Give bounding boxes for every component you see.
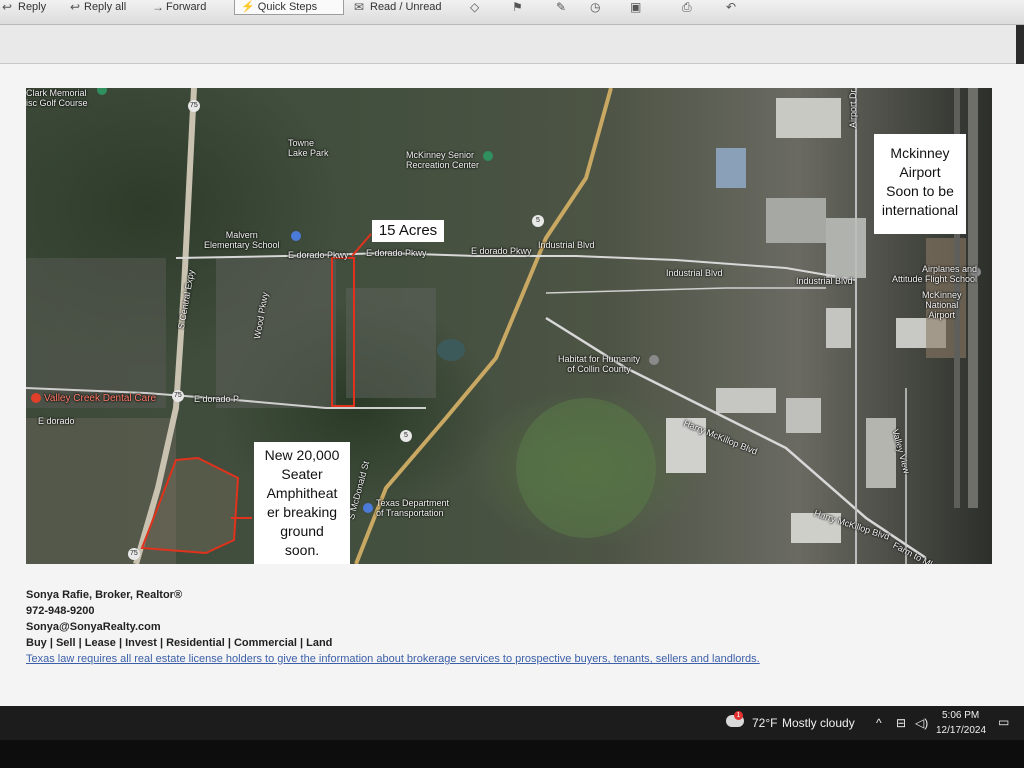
residential-area: [346, 288, 436, 398]
txdot-label: Texas Department of Transportation: [376, 498, 450, 518]
outlook-ribbon: ↩ Reply ↩ Reply all → Forward ⚡ Quick St…: [0, 0, 1024, 25]
agent-name: Sonya Rafie, Broker, Realtor®: [26, 589, 183, 601]
school-pin-icon: [291, 231, 301, 241]
reply-icon: ↩: [2, 0, 13, 14]
building: [716, 148, 746, 188]
clock-date[interactable]: 12/17/2024: [936, 724, 986, 738]
monitor-bezel: [0, 740, 1024, 768]
golf-pin-icon: [97, 88, 107, 95]
building: [826, 218, 866, 278]
email-body: Clark Memorial isc Golf Course Towne Lake …: [0, 64, 1024, 706]
clock-time[interactable]: 5:06 PM: [942, 709, 979, 723]
quick-steps-label: Quick Steps: [257, 1, 318, 13]
industrial-blvd-label: Industrial Blvd: [666, 268, 723, 278]
building: [786, 398, 821, 433]
mckinney-national-airport-label: McKinney National Airport: [922, 290, 962, 320]
services-list: Buy | Sell | Lease | Invest | Residentia…: [26, 637, 333, 649]
valley-creek-dental-label: Valley Creek Dental Care: [44, 393, 157, 404]
hwy-75-label: 75: [174, 392, 182, 399]
building: [716, 388, 776, 413]
mckinney-airport-callout: Mckinney Airport Soon to be internationa…: [874, 134, 966, 234]
chevron-up-icon[interactable]: ^: [876, 716, 882, 730]
habitat-pin-icon: [649, 355, 659, 365]
industrial-blvd-label: Industrial Blvd: [796, 276, 853, 286]
agent-email-link[interactable]: Sonya@SonyaRealty.com: [26, 619, 760, 635]
map-graphics: [26, 88, 981, 564]
network-icon[interactable]: ⊟: [896, 716, 906, 730]
clock-icon[interactable]: ◷: [590, 0, 600, 14]
hwy-5-label: 5: [536, 217, 540, 224]
towne-lake-park-label: Towne Lake Park: [288, 138, 329, 158]
tag-icon[interactable]: ◇: [470, 0, 479, 14]
malvern-school-label: Malvern Elementary School: [204, 230, 280, 250]
reply-all-button[interactable]: Reply all: [78, 0, 132, 14]
pond: [437, 339, 465, 361]
dental-pin-icon: [31, 393, 41, 403]
print-icon[interactable]: ⎙: [682, 0, 692, 14]
airport-runway: [968, 88, 978, 508]
txdot-pin-icon: [363, 503, 373, 513]
move-icon[interactable]: ▣: [630, 0, 641, 14]
satellite-map-image: Clark Memorial isc Golf Course Towne Lake …: [26, 88, 992, 564]
eldorado-pkwy-label: E dorado Pkwy: [366, 248, 427, 258]
reply-button[interactable]: Reply: [12, 0, 52, 14]
windows-taskbar: 1 72°F Mostly cloudy ^ ⊟ ◁) 5:06 PM 12/1…: [0, 706, 1024, 740]
read-unread-button[interactable]: Read / Unread: [364, 0, 448, 14]
undo-icon[interactable]: ↶: [726, 0, 736, 14]
weather-alert-badge: 1: [734, 711, 743, 720]
hwy-5-label: 5: [404, 432, 408, 439]
eldorado-pkwy-label: E dorado Pkwy: [471, 246, 532, 256]
quick-steps-icon: ⚡: [241, 1, 255, 13]
building: [766, 198, 826, 243]
speaker-icon[interactable]: ◁): [915, 716, 928, 730]
eldorado-pkwy-label: E dorado Pkwy: [288, 250, 349, 260]
senior-center-label: McKinney Senior Recreation Center: [406, 150, 480, 170]
flag-icon[interactable]: ⚑: [512, 0, 523, 14]
building: [826, 308, 851, 348]
industrial-blvd-label: Industrial Blvd: [538, 240, 595, 250]
eldorado-label: E dorado P: [194, 394, 240, 404]
flight-school-label: Airplanes and Attitude Flight School: [892, 264, 978, 284]
airport-dr-label: Airport Dr: [848, 89, 858, 128]
weather-description[interactable]: Mostly cloudy: [782, 716, 855, 730]
15-acres-callout: 15 Acres: [372, 220, 444, 242]
habitat-for-humanity-label: Habitat for Humanity of Collin County: [558, 354, 641, 374]
pin-icon[interactable]: ✎: [556, 0, 566, 14]
residential-area: [26, 258, 166, 408]
open-field: [516, 398, 656, 538]
email-signature: Sonya Rafie, Broker, Realtor® 972-948-92…: [26, 587, 760, 667]
residential-area: [216, 258, 336, 408]
quick-steps-button[interactable]: ⚡ Quick Steps: [234, 0, 344, 15]
amphitheater-callout: New 20,000 Seater Amphitheat er breaking…: [254, 442, 350, 564]
building: [866, 418, 896, 488]
message-header-bar: [0, 25, 1016, 64]
golf-course-label: Clark Memorial isc Golf Course: [26, 88, 88, 108]
hwy-75-label: 75: [190, 102, 198, 109]
industrial-blvd: [545, 287, 826, 294]
building: [776, 98, 841, 138]
brokerage-services-link[interactable]: Texas law requires all real estate licen…: [26, 651, 760, 667]
weather-temperature[interactable]: 72°F: [752, 716, 777, 730]
hwy-75-label: 75: [130, 550, 138, 557]
notifications-icon[interactable]: ▭: [998, 715, 1009, 729]
eldorado-label: E dorado: [38, 416, 75, 426]
forward-button[interactable]: Forward: [160, 0, 212, 14]
senior-center-pin-icon: [483, 151, 493, 161]
agent-phone[interactable]: 972-948-9200: [26, 603, 760, 619]
envelope-icon: ✉: [354, 0, 365, 14]
